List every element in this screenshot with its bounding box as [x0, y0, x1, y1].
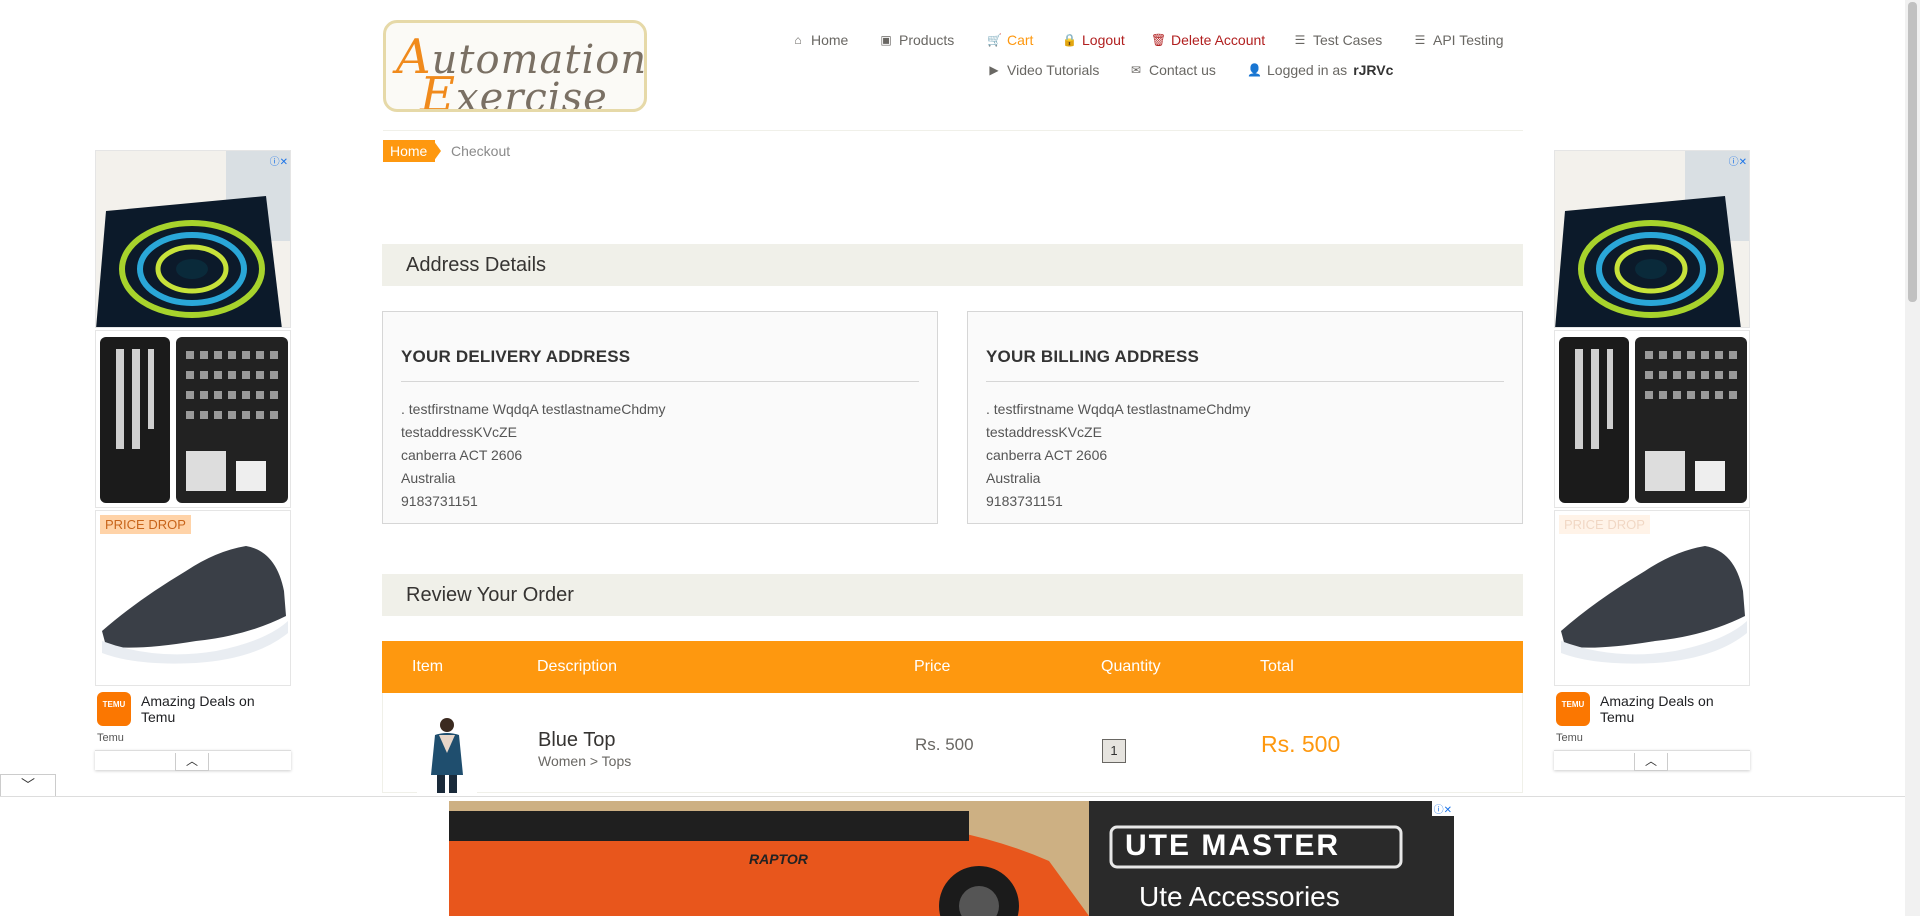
delivery-country: Australia: [401, 470, 456, 486]
temu-deal[interactable]: TEMU Amazing Deals on Temu Temu: [95, 690, 291, 744]
chevron-up-icon[interactable]: ︿: [1634, 753, 1668, 771]
billing-address-box: YOUR BILLING ADDRESS . testfirstname Wqd…: [967, 311, 1523, 524]
ad-choices-icon[interactable]: ⓘ✕: [1431, 801, 1454, 816]
billing-city: canberra ACT 2606: [986, 447, 1108, 463]
logged-in-status: 👤 Logged in as rJRVc: [1247, 62, 1394, 78]
ad-collapse-bar: ︿: [1554, 750, 1750, 771]
ad-toolkit-tile[interactable]: [1554, 330, 1750, 508]
breadcrumb-arrow: [433, 140, 441, 162]
ad-choices-icon[interactable]: ⓘ✕: [1729, 153, 1747, 168]
table-row: Blue Top Women > Tops Rs. 500 1 Rs. 500: [382, 693, 1523, 793]
ad-toolkit-tile[interactable]: [95, 330, 291, 508]
nav-cart[interactable]: 🛒 Cart: [987, 32, 1033, 48]
delivery-address-title: YOUR DELIVERY ADDRESS: [401, 347, 631, 366]
nav-video-tutorials[interactable]: ▶ Video Tutorials: [987, 62, 1099, 78]
breadcrumb-current: Checkout: [451, 143, 511, 159]
temu-deal[interactable]: TEMU Amazing Deals on Temu Temu: [1554, 690, 1750, 744]
delivery-phone: 9183731151: [401, 493, 478, 509]
billing-phone: 9183731151: [986, 493, 1063, 509]
deal-source: Temu: [1556, 732, 1583, 744]
ad-rug-tile[interactable]: ⓘ✕: [1554, 150, 1750, 328]
shoe-ad-image: [96, 511, 290, 685]
lock-icon: 🔒: [1062, 33, 1077, 47]
product-image[interactable]: [417, 713, 477, 793]
temu-logo: TEMU: [1556, 692, 1590, 726]
deal-text[interactable]: Amazing Deals on Temu: [141, 693, 291, 725]
ad-shoe-tile[interactable]: PRICE DROP: [95, 510, 291, 686]
cart-icon: 🛒: [987, 33, 1002, 47]
header-divider: [383, 130, 1523, 131]
nav-home[interactable]: ⌂ Home: [791, 32, 848, 48]
delivery-address-box: YOUR DELIVERY ADDRESS . testfirstname Wq…: [382, 311, 938, 524]
ute-master-banner[interactable]: UTE MASTER Ute Accessories RAPTOR ⓘ✕: [449, 801, 1454, 916]
price-drop-badge: PRICE DROP: [100, 515, 191, 534]
breadcrumb-home[interactable]: Home: [383, 140, 436, 162]
nav-test-cases[interactable]: ☰ Test Cases: [1293, 32, 1383, 48]
nav-delete-account[interactable]: 🗑 Delete Account: [1151, 32, 1265, 48]
col-item: Item: [412, 658, 444, 675]
chevron-up-icon[interactable]: ︿: [175, 753, 209, 771]
site-logo[interactable]: Automation Exercise: [383, 20, 647, 112]
billing-address-title: YOUR BILLING ADDRESS: [986, 347, 1200, 366]
col-description: Description: [537, 658, 618, 675]
banner-brand: UTE MASTER: [1125, 829, 1340, 862]
user-icon: 👤: [1247, 63, 1262, 77]
col-quantity: Quantity: [1101, 658, 1161, 675]
deal-source: Temu: [97, 732, 124, 744]
scrollbar-thumb[interactable]: [1908, 2, 1917, 302]
price-drop-badge: PRICE DROP: [1559, 515, 1650, 534]
ad-rug-tile[interactable]: ⓘ✕: [95, 150, 291, 328]
billing-country: Australia: [986, 470, 1041, 486]
briefcase-icon: ▣: [880, 33, 892, 47]
page-scrollbar[interactable]: [1905, 0, 1920, 916]
rug-ad-image: [1555, 151, 1749, 327]
banner-tagline: Ute Accessories: [1139, 881, 1340, 912]
product-category: Women > Tops: [538, 753, 632, 769]
product-total: Rs. 500: [1261, 731, 1341, 757]
rug-ad-image: [96, 151, 290, 327]
toolkit-ad-image: [96, 331, 290, 507]
home-icon: ⌂: [794, 33, 802, 47]
chevron-down-icon[interactable]: ﹀: [0, 774, 56, 796]
truck-badge: RAPTOR: [749, 851, 808, 867]
youtube-icon: ▶: [989, 63, 999, 77]
quantity-button[interactable]: 1: [1102, 739, 1126, 763]
billing-street: testaddressKVcZE: [986, 424, 1102, 440]
nav-logout[interactable]: 🔒 Logout: [1062, 32, 1125, 48]
address-details-heading: Address Details: [382, 244, 1523, 286]
nav-api-testing[interactable]: ☰ API Testing: [1413, 32, 1504, 48]
deal-text[interactable]: Amazing Deals on Temu: [1600, 693, 1750, 725]
temu-logo: TEMU: [97, 692, 131, 726]
divider: [986, 381, 1504, 382]
nav-products[interactable]: ▣ Products: [879, 32, 954, 48]
nav-contact-us[interactable]: ✉ Contact us: [1129, 62, 1216, 78]
ad-collapse-bar: ︿: [95, 750, 291, 771]
delivery-street: testaddressKVcZE: [401, 424, 517, 440]
product-price: Rs. 500: [915, 735, 974, 754]
product-name[interactable]: Blue Top: [538, 729, 615, 752]
username: rJRVc: [1353, 62, 1394, 78]
delivery-city: canberra ACT 2606: [401, 447, 523, 463]
delivery-name: . testfirstname WqdqA testlastnameChdmy: [401, 401, 666, 417]
trash-icon: 🗑: [1151, 33, 1167, 47]
toolkit-ad-image: [1555, 331, 1749, 507]
envelope-icon: ✉: [1130, 63, 1142, 77]
shoe-ad-image: [1555, 511, 1749, 685]
review-order-heading: Review Your Order: [382, 574, 1523, 616]
list-icon: ☰: [1294, 33, 1306, 47]
logo-line-2: Exercise: [420, 67, 608, 112]
list-icon: ☰: [1414, 33, 1426, 47]
col-price: Price: [914, 658, 951, 675]
ad-shoe-tile[interactable]: PRICE DROP: [1554, 510, 1750, 686]
divider: [401, 381, 919, 382]
order-table-header: Item Description Price Quantity Total: [382, 641, 1523, 693]
ad-choices-icon[interactable]: ⓘ✕: [270, 153, 288, 168]
col-total: Total: [1260, 658, 1294, 675]
billing-name: . testfirstname WqdqA testlastnameChdmy: [986, 401, 1251, 417]
